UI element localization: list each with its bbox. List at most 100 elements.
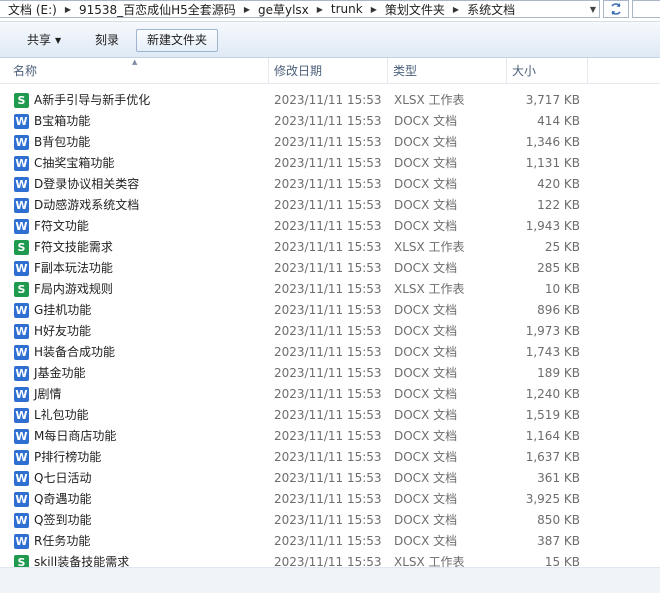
file-size: 1,131 KB [525,156,580,170]
breadcrumb-item-drive[interactable]: 文档 (E:) [8,1,57,17]
file-row[interactable]: S A新手引导与新手优化 2023/11/11 15:53 XLSX 工作表 3,717… [0,90,660,111]
file-type: DOCX 文档 [394,219,458,233]
search-input[interactable] [632,0,660,18]
file-date: 2023/11/11 15:53 [274,177,382,191]
file-date: 2023/11/11 15:53 [274,429,382,443]
file-size: 3,717 KB [525,93,580,107]
chevron-down-icon: ▼ [55,36,62,45]
file-name: H好友功能 [34,324,92,338]
file-size: 1,943 KB [525,219,580,233]
file-type: DOCX 文档 [394,408,458,422]
file-row[interactable]: W D动感游戏系统文档 2023/11/11 15:53 DOCX 文档 122 KB [0,195,660,216]
breadcrumb-item-trunk[interactable]: trunk [331,2,363,16]
file-size: 1,346 KB [525,135,580,149]
file-name: D登录协议相关类容 [34,177,140,191]
column-header-name-label: 名称 [13,64,38,78]
file-row[interactable]: W J基金功能 2023/11/11 15:53 DOCX 文档 189 KB [0,363,660,384]
file-name: F副本玩法功能 [34,261,113,275]
breadcrumb-item-planning[interactable]: 策划文件夹 [385,1,445,17]
word-file-icon: W [14,135,29,150]
burn-button[interactable]: 刻录 [84,29,130,52]
file-date: 2023/11/11 15:53 [274,555,382,567]
file-date: 2023/11/11 15:53 [274,324,382,338]
column-header-type[interactable]: 类型 [388,58,506,84]
file-size: 25 KB [544,240,580,254]
word-file-icon: W [14,156,29,171]
word-file-icon: W [14,492,29,507]
breadcrumb-separator-icon[interactable]: ▶ [371,5,377,14]
column-header-size-label: 大小 [512,64,537,78]
refresh-button[interactable] [603,0,629,18]
word-file-icon: W [14,324,29,339]
breadcrumb-item-project[interactable]: 91538_百恋成仙H5全套源码 [79,1,236,17]
file-date: 2023/11/11 15:53 [274,408,382,422]
column-header-modified[interactable]: 修改日期 [269,58,387,84]
file-type: DOCX 文档 [394,156,458,170]
file-size: 1,743 KB [525,345,580,359]
file-row[interactable]: W H装备合成功能 2023/11/11 15:53 DOCX 文档 1,743 KB [0,342,660,363]
file-row[interactable]: S F局内游戏规则 2023/11/11 15:53 XLSX 工作表 10 KB [0,279,660,300]
file-size: 10 KB [544,282,580,296]
file-date: 2023/11/11 15:53 [274,387,382,401]
file-size: 285 KB [537,261,580,275]
breadcrumb-separator-icon[interactable]: ▶ [317,5,323,14]
word-file-icon: W [14,114,29,129]
breadcrumb-separator-icon[interactable]: ▶ [65,5,71,14]
breadcrumb-separator-icon[interactable]: ▶ [453,5,459,14]
file-row[interactable]: W C抽奖宝箱功能 2023/11/11 15:53 DOCX 文档 1,131 KB [0,153,660,174]
file-row[interactable]: W F副本玩法功能 2023/11/11 15:53 DOCX 文档 285 KB [0,258,660,279]
file-row[interactable]: W H好友功能 2023/11/11 15:53 DOCX 文档 1,973 KB [0,321,660,342]
burn-label: 刻录 [95,33,120,47]
file-type: DOCX 文档 [394,135,458,149]
column-header-modified-label: 修改日期 [274,64,323,78]
new-folder-button[interactable]: 新建文件夹 [136,29,219,52]
file-type: DOCX 文档 [394,345,458,359]
breadcrumb-item-current[interactable]: 系统文档 [467,1,515,17]
column-header-name[interactable]: 名称 [8,58,268,84]
address-dropdown-icon[interactable]: ▼ [587,1,599,17]
file-row[interactable]: W B宝箱功能 2023/11/11 15:53 DOCX 文档 414 KB [0,111,660,132]
file-date: 2023/11/11 15:53 [274,492,382,506]
file-row[interactable]: W G挂机功能 2023/11/11 15:53 DOCX 文档 896 KB [0,300,660,321]
breadcrumb-separator-icon[interactable]: ▶ [244,5,250,14]
word-file-icon: W [14,387,29,402]
file-type: DOCX 文档 [394,114,458,128]
excel-file-icon: S [14,93,29,108]
breadcrumb-item-folder[interactable]: ge草ylsx [258,1,309,17]
word-file-icon: W [14,471,29,486]
file-date: 2023/11/11 15:53 [274,261,382,275]
file-row[interactable]: W Q奇遇功能 2023/11/11 15:53 DOCX 文档 3,925 KB [0,489,660,510]
file-date: 2023/11/11 15:53 [274,450,382,464]
file-row[interactable]: W J剧情 2023/11/11 15:53 DOCX 文档 1,240 KB [0,384,660,405]
share-button[interactable]: 共享 ▼ [16,29,72,52]
file-row[interactable]: W P排行榜功能 2023/11/11 15:53 DOCX 文档 1,637 KB [0,447,660,468]
file-row[interactable]: W B背包功能 2023/11/11 15:53 DOCX 文档 1,346 KB [0,132,660,153]
file-type: DOCX 文档 [394,366,458,380]
file-row[interactable]: W R任务功能 2023/11/11 15:53 DOCX 文档 387 KB [0,531,660,552]
file-date: 2023/11/11 15:53 [274,93,382,107]
file-date: 2023/11/11 15:53 [274,198,382,212]
file-row[interactable]: W M每日商店功能 2023/11/11 15:53 DOCX 文档 1,164 KB [0,426,660,447]
file-date: 2023/11/11 15:53 [274,282,382,296]
address-bar: 文档 (E:) ▶ 91538_百恋成仙H5全套源码 ▶ ge草ylsx ▶ t… [0,0,660,22]
file-row[interactable]: W L礼包功能 2023/11/11 15:53 DOCX 文档 1,519 KB [0,405,660,426]
file-size: 896 KB [537,303,580,317]
file-size: 1,240 KB [525,387,580,401]
file-size: 1,973 KB [525,324,580,338]
file-type: XLSX 工作表 [394,240,465,254]
file-type: DOCX 文档 [394,534,458,548]
file-row[interactable]: W Q七日活动 2023/11/11 15:53 DOCX 文档 361 KB [0,468,660,489]
file-row[interactable]: W D登录协议相关类容 2023/11/11 15:53 DOCX 文档 420 KB [0,174,660,195]
file-date: 2023/11/11 15:53 [274,303,382,317]
file-size: 387 KB [537,534,580,548]
file-row[interactable]: S F符文技能需求 2023/11/11 15:53 XLSX 工作表 25 KB [0,237,660,258]
excel-file-icon: S [14,282,29,297]
file-row[interactable]: W F符文功能 2023/11/11 15:53 DOCX 文档 1,943 KB [0,216,660,237]
breadcrumb[interactable]: 文档 (E:) ▶ 91538_百恋成仙H5全套源码 ▶ ge草ylsx ▶ t… [0,0,600,18]
file-date: 2023/11/11 15:53 [274,135,382,149]
column-header-size[interactable]: 大小 [507,58,587,84]
column-divider[interactable] [587,58,588,84]
file-row[interactable]: Sskill装备技能需求 2023/11/11 15:53 XLSX 工作表 15 K… [0,552,660,567]
file-name: H装备合成功能 [34,345,116,359]
file-row[interactable]: W Q签到功能 2023/11/11 15:53 DOCX 文档 850 KB [0,510,660,531]
